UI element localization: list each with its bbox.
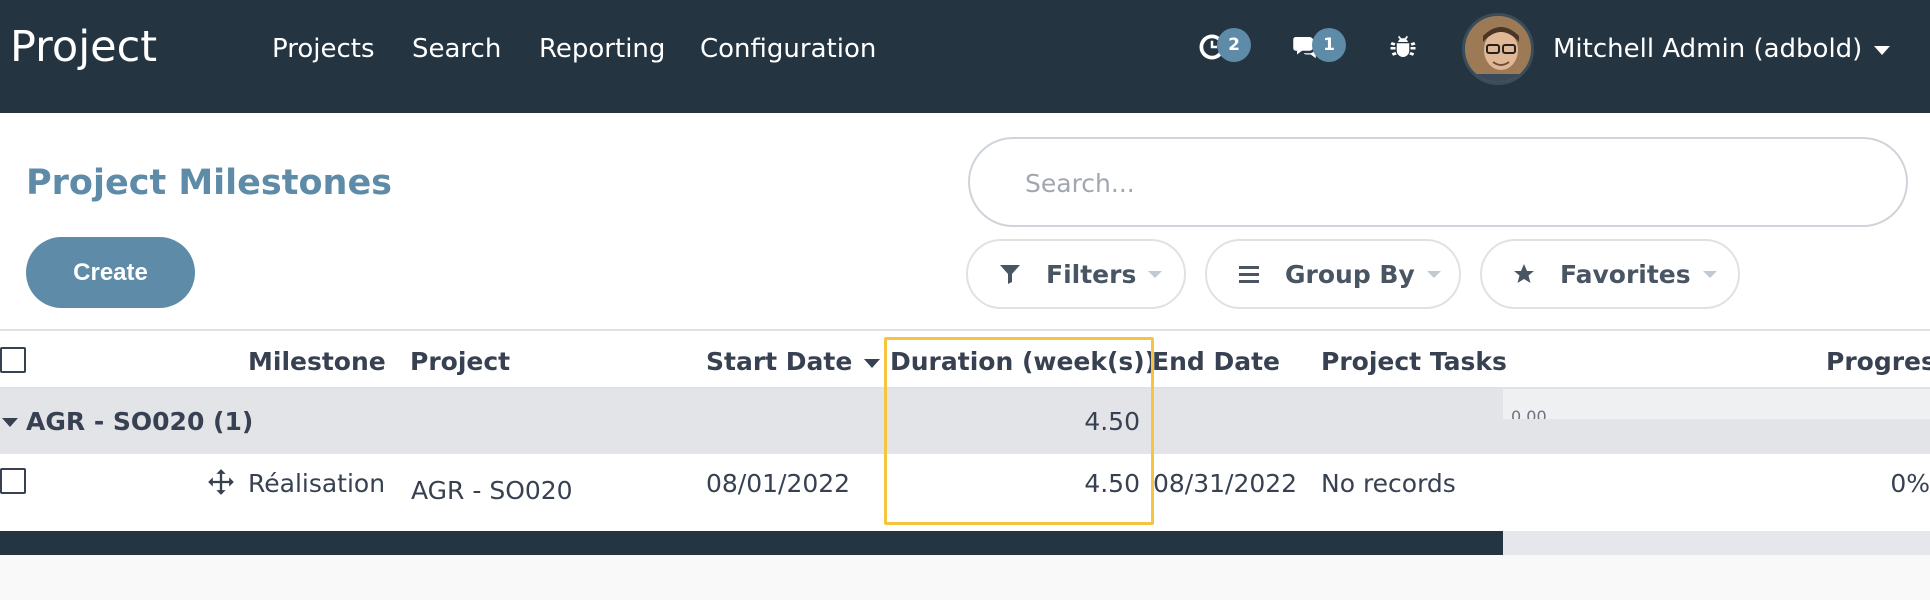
group-label: AGR - SO020 (1) (26, 407, 254, 436)
menu-search[interactable]: Search (412, 34, 501, 64)
table-footer-bar (0, 531, 1503, 555)
cell-duration[interactable]: 4.50 (1040, 469, 1140, 498)
cell-project[interactable]: AGR - SO020 (411, 476, 573, 505)
menu-reporting[interactable]: Reporting (539, 34, 665, 64)
row-checkbox[interactable] (0, 468, 26, 494)
menu-projects[interactable]: Projects (272, 34, 375, 64)
user-photo-icon (1465, 16, 1531, 82)
messages-badge: 1 (1312, 28, 1346, 62)
group-by-button[interactable]: Group By (1205, 239, 1461, 309)
group-duration-total: 4.50 (1084, 407, 1140, 436)
filters-button[interactable]: Filters (966, 239, 1186, 309)
cell-end-date[interactable]: 08/31/2022 (1153, 469, 1297, 498)
column-header-end-date[interactable]: End Date (1152, 347, 1280, 376)
activities-button[interactable]: 2 (1197, 28, 1251, 66)
user-name[interactable]: Mitchell Admin (adbold) (1553, 34, 1862, 64)
table-header: Milestone Project Start Date Duration (w… (0, 331, 1930, 389)
bug-icon (1390, 35, 1416, 57)
group-progress-value: 0.00 (1511, 407, 1547, 419)
search-input[interactable] (1025, 163, 1845, 203)
filter-icon (1000, 265, 1020, 284)
favorites-caret-icon (1702, 270, 1717, 278)
cell-project-tasks[interactable]: No records (1321, 469, 1456, 498)
list-bars-icon (1239, 266, 1259, 283)
column-header-progress[interactable]: Progress (1826, 347, 1930, 376)
cell-milestone[interactable]: Réalisation (248, 469, 385, 498)
sort-desc-icon (864, 358, 881, 368)
top-navbar: Project Projects Search Reporting Config… (0, 0, 1930, 113)
group-expand-caret-icon[interactable] (2, 418, 18, 427)
column-header-project-tasks[interactable]: Project Tasks (1321, 347, 1507, 376)
user-menu-caret-icon[interactable] (1874, 46, 1890, 55)
drag-handle[interactable] (207, 468, 235, 496)
group-by-label: Group By (1285, 259, 1415, 289)
debug-button[interactable] (1388, 32, 1422, 66)
select-all-checkbox[interactable] (0, 347, 26, 373)
favorites-button[interactable]: Favorites (1480, 239, 1740, 309)
messages-button[interactable]: 1 (1292, 28, 1346, 66)
user-avatar[interactable] (1462, 13, 1534, 85)
column-header-project[interactable]: Project (410, 347, 510, 376)
column-header-start-date[interactable]: Start Date (706, 347, 881, 376)
activities-badge: 2 (1217, 28, 1251, 62)
menu-configuration[interactable]: Configuration (700, 34, 876, 64)
table-footer-progress-area (1503, 531, 1930, 555)
table-row[interactable]: Réalisation AGR - SO020 08/01/2022 4.50 … (0, 454, 1930, 531)
column-header-milestone[interactable]: Milestone (248, 347, 386, 376)
search-box[interactable] (968, 137, 1908, 227)
group-progress-cell: 0.00 (1503, 389, 1930, 419)
page-title: Project Milestones (26, 163, 393, 203)
app-brand[interactable]: Project (10, 22, 157, 72)
filters-caret-icon (1148, 270, 1163, 278)
group-row[interactable]: AGR - SO020 (1) 4.50 0.00 (0, 389, 1930, 454)
start-date-label: Start Date (706, 347, 853, 376)
group-by-caret-icon (1426, 270, 1441, 278)
move-arrows-icon (208, 469, 234, 495)
filters-label: Filters (1046, 259, 1137, 289)
cell-start-date[interactable]: 08/01/2022 (706, 469, 850, 498)
favorites-label: Favorites (1560, 259, 1691, 289)
create-button[interactable]: Create (26, 237, 195, 308)
column-header-duration[interactable]: Duration (week(s)) (890, 347, 1156, 376)
control-panel: Project Milestones Create Filters Group … (0, 113, 1930, 331)
star-icon (1514, 264, 1534, 283)
cell-progress[interactable]: 0% (1860, 469, 1930, 498)
